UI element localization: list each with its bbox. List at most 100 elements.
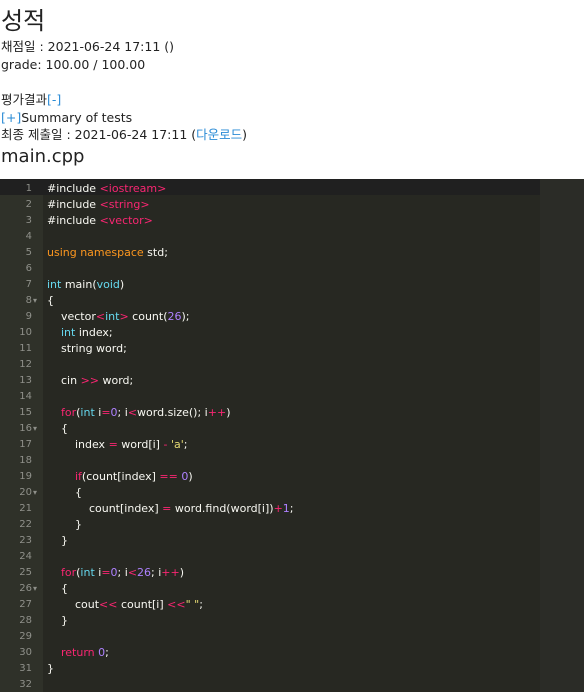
line-number: 30 [19, 647, 32, 658]
code-line[interactable]: 22 } [0, 517, 540, 533]
code-text: using namespace std; [47, 246, 168, 259]
code-line[interactable]: 31} [0, 661, 540, 677]
code-text: { [47, 422, 68, 435]
line-number: 32 [19, 679, 32, 690]
line-number: 15 [19, 407, 32, 418]
line-number: 2 [25, 199, 32, 210]
summary-label: Summary of tests [21, 109, 133, 125]
line-number: 27 [19, 599, 32, 610]
code-text: if(count[index] == 0) [74, 470, 193, 483]
code-line[interactable]: 9 vector<int> count(26); [0, 309, 540, 325]
code-line[interactable]: 6 [0, 261, 540, 277]
line-number: 20 [19, 487, 32, 498]
code-text: cin >> word; [47, 374, 134, 387]
line-number: 12 [19, 359, 32, 370]
code-line[interactable]: 12 [0, 357, 540, 373]
code-line[interactable]: 18 [0, 453, 540, 469]
line-number: 14 [19, 391, 32, 402]
eval-result-toggle[interactable]: [-] [47, 92, 61, 107]
graded-date: 채점일 : 2021-06-24 17:11 () [1, 39, 175, 54]
code-line[interactable]: 8 ▾ { [0, 293, 540, 309]
code-line[interactable]: 15 for(int i=0; i<word.size(); i++) [0, 405, 540, 421]
code-text: int index; [61, 326, 113, 339]
grade-text: grade: 100.00 / 100.00 [1, 56, 146, 72]
fold-toggle-icon[interactable]: ▾ [33, 421, 41, 437]
line-number: 16 [19, 423, 32, 434]
code-line[interactable]: 4 [0, 229, 540, 245]
code-line[interactable]: 1 #include <iostream> [0, 181, 540, 197]
code-text: } [47, 662, 54, 675]
line-number: 13 [19, 375, 32, 386]
line-number: 29 [19, 631, 32, 642]
code-line[interactable]: 21 count[index] = word.find(word[i])+1; [0, 501, 540, 517]
code-line[interactable]: 14 [0, 389, 540, 405]
download-link[interactable]: 다운로드 [196, 127, 242, 142]
line-number: 4 [25, 231, 32, 242]
report-header: 성적 채점일 : 2021-06-24 17:11 () grade: 100.… [0, 6, 584, 167]
line-number: 26 [19, 583, 32, 594]
code-line[interactable]: 2 #include <string> [0, 197, 540, 213]
code-line[interactable]: 32 [0, 677, 540, 692]
eval-result-row: 평가결과[-] [1, 91, 584, 109]
code-line[interactable]: 16 ▾ { [0, 421, 540, 437]
summary-toggle[interactable]: [+] [1, 110, 21, 125]
code-line[interactable]: 7 int main(void) [0, 277, 540, 293]
line-number: 28 [19, 615, 32, 626]
final-submit-date: 최종 제출일 : 2021-06-24 17:11 ( [1, 127, 197, 142]
code-line[interactable]: 20 ▾ { [0, 485, 540, 501]
code-text: #include <iostream> [47, 182, 167, 195]
code-line[interactable]: 28 } [0, 613, 540, 629]
code-text: #include <vector> [47, 214, 153, 227]
line-number: 17 [19, 439, 32, 450]
code-line[interactable]: 11 string word; [0, 341, 540, 357]
line-number: 19 [19, 471, 32, 482]
line-number: 18 [19, 455, 32, 466]
code-line[interactable]: 3 #include <vector> [0, 213, 540, 229]
code-line[interactable]: 29 [0, 629, 540, 645]
code-line[interactable]: 17 index = word[i] - 'a'; [0, 437, 540, 453]
code-text: #include <string> [47, 198, 150, 211]
code-text: string word; [47, 342, 127, 355]
line-number: 25 [19, 567, 32, 578]
line-number: 6 [25, 263, 32, 274]
code-line[interactable]: 24 [0, 549, 540, 565]
line-number: 24 [19, 551, 32, 562]
code-text: { [47, 582, 68, 595]
line-number: 11 [19, 343, 32, 354]
code-line[interactable]: 5 using namespace std; [0, 245, 540, 261]
code-text: for(int i=0; i<word.size(); i++) [61, 406, 231, 419]
code-line[interactable]: 19 if(count[index] == 0) [0, 469, 540, 485]
code-editor[interactable]: 1 #include <iostream> 2 #include <string> 3 #… [0, 179, 584, 692]
code-text: count[index] = word.find(word[i])+1; [47, 502, 294, 515]
code-line[interactable]: 30 return 0; [0, 645, 540, 661]
line-number: 23 [19, 535, 32, 546]
code-text: } [47, 614, 68, 627]
code-line[interactable]: 10 int index; [0, 325, 540, 341]
line-number: 21 [19, 503, 32, 514]
code-text: } [47, 518, 82, 531]
code-line[interactable]: 25 for(int i=0; i<26; i++) [0, 565, 540, 581]
code-text: { [47, 294, 54, 307]
line-number: 9 [25, 311, 32, 322]
summary-row: [+]Summary of tests [1, 109, 584, 127]
fold-toggle-icon[interactable]: ▾ [33, 581, 41, 597]
page-title: 성적 [1, 7, 46, 35]
line-number: 22 [19, 519, 32, 530]
code-line[interactable]: 27 cout<< count[i] <<" "; [0, 597, 540, 613]
fold-toggle-icon[interactable]: ▾ [33, 293, 41, 309]
line-number: 5 [25, 247, 32, 258]
line-number: 1 [25, 183, 32, 194]
code-line[interactable]: 13 cin >> word; [0, 373, 540, 389]
file-name: main.cpp [1, 145, 85, 167]
fold-toggle-icon[interactable]: ▾ [33, 485, 41, 501]
final-submit-row: 최종 제출일 : 2021-06-24 17:11 (다운로드) [1, 127, 248, 142]
code-text: for(int i=0; i<26; i++) [61, 566, 185, 579]
print-margin [540, 179, 584, 692]
line-number: 31 [19, 663, 32, 674]
line-number: 8 [25, 295, 32, 306]
code-text: index = word[i] - 'a'; [47, 438, 188, 451]
code-text: vector<int> count(26); [47, 310, 190, 323]
code-line[interactable]: 23 } [0, 533, 540, 549]
code-text: return 0; [61, 646, 109, 659]
code-line[interactable]: 26 ▾ { [0, 581, 540, 597]
